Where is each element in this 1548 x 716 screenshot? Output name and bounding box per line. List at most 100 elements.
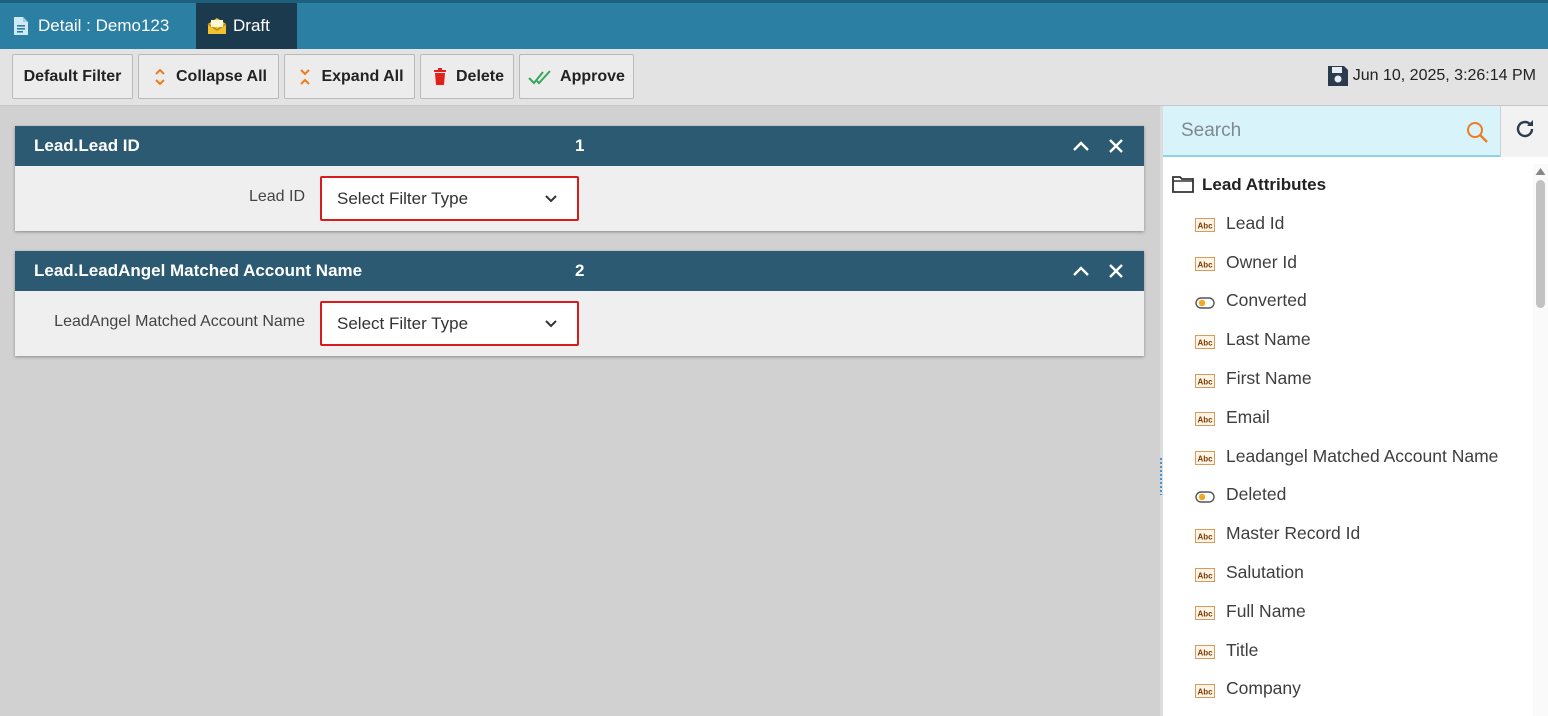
collapse-icon [150,67,170,87]
tree-item-label: Email [1226,406,1270,427]
svg-text:Abc: Abc [1197,532,1213,541]
tree-group-label: Lead Attributes [1202,175,1327,194]
tree-item[interactable]: Deleted [1163,476,1533,515]
tree-item[interactable]: Abc Salutation [1163,553,1533,592]
filter-panel: Lead.LeadAngel Matched Account Name 2 Le… [15,251,1144,356]
filter-type-select[interactable]: Select Filter Type [320,176,579,221]
vertical-scrollbar[interactable] [1533,164,1548,716]
filter-field-label: Lead ID [248,188,305,205]
tree-item-label: Master Record Id [1226,523,1361,544]
close-icon[interactable] [1104,259,1128,283]
filter-type-select[interactable]: Select Filter Type [320,301,579,346]
tree-item[interactable]: Converted [1163,282,1533,321]
tree-item-label: Owner Id [1226,251,1297,272]
filter-panel-header: Lead.LeadAngel Matched Account Name 2 [15,251,1144,291]
text-type-icon: Abc [1195,604,1215,621]
filter-panel: Lead.Lead ID 1 Lead ID Select Filter Typ… [15,126,1144,231]
expand-icon [295,67,315,87]
approve-button[interactable]: Approve [519,54,634,99]
boolean-toggle-icon [1195,294,1215,309]
svg-text:Abc: Abc [1197,571,1213,580]
tree-item[interactable]: Abc Full Name [1163,592,1533,631]
search-input[interactable] [1163,106,1453,155]
boolean-toggle-icon [1195,488,1215,503]
svg-text:Abc: Abc [1197,338,1213,347]
tree-item[interactable]: Abc Leadangel Matched Account Name [1163,437,1533,476]
tree-item[interactable]: Abc Title [1163,631,1533,670]
tab-detail[interactable]: Detail : Demo123 [0,3,195,49]
floppy-disk-icon [1326,64,1350,88]
text-type-icon: Abc [1195,643,1215,660]
default-filter-button[interactable]: Default Filter [12,54,133,99]
refresh-button[interactable] [1500,106,1548,157]
toolbar: Default Filter Collapse All Expand All D… [0,49,1548,106]
attribute-tree: Lead Attributes Abc Lead Id Abc Owner Id Con… [1163,166,1533,708]
svg-text:Abc: Abc [1197,649,1213,658]
search-box [1163,106,1500,157]
folder-icon [1172,175,1194,195]
filter-type-value: Select Filter Type [337,188,469,208]
tree-item[interactable]: Abc Lead Id [1163,204,1533,243]
filter-field-label: LeadAngel Matched Account Name [54,313,305,330]
default-filter-label: Default Filter [23,67,122,85]
text-type-icon: Abc [1195,410,1215,427]
delete-button[interactable]: Delete [420,54,514,99]
tree-item-label: Company [1226,678,1301,699]
tree-item[interactable]: Abc Email [1163,398,1533,437]
text-type-icon: Abc [1195,333,1215,349]
filter-panel-title: Lead.Lead ID [34,136,140,155]
document-icon [12,16,32,36]
trash-icon [430,67,450,87]
tab-draft[interactable]: Draft [196,3,297,49]
svg-text:Abc: Abc [1197,222,1213,231]
svg-text:Abc: Abc [1197,455,1213,464]
svg-text:Abc: Abc [1197,261,1213,270]
svg-text:Abc: Abc [1197,416,1213,425]
scroll-up-icon[interactable] [1534,164,1547,176]
collapse-all-label: Collapse All [176,67,267,85]
filter-panel-title: Lead.LeadAngel Matched Account Name [34,261,363,280]
chevron-down-icon [543,190,559,206]
text-type-icon: Abc [1195,216,1215,233]
filter-panel-header: Lead.Lead ID 1 [15,126,1144,166]
tree-item[interactable]: Abc Master Record Id [1163,514,1533,553]
text-type-icon: Abc [1195,566,1215,582]
text-type-icon: Abc [1195,449,1215,466]
tree-item[interactable]: Abc Owner Id [1163,243,1533,282]
svg-text:Abc: Abc [1197,687,1213,696]
refresh-icon [1513,117,1537,146]
chevron-up-icon[interactable] [1069,259,1093,283]
chevron-down-icon [543,315,559,331]
tree-item[interactable]: Abc Last Name [1163,320,1533,359]
filter-panel-number: 2 [575,261,585,280]
delete-label: Delete [455,67,505,85]
scrollbar-thumb[interactable] [1536,180,1545,308]
filter-panel-body: Lead ID Select Filter Type [15,166,1144,231]
tree-item-label: Title [1226,639,1259,660]
attribute-panel: Lead Attributes Abc Lead Id Abc Owner Id Con… [1163,106,1548,716]
tree-item-label: Deleted [1226,484,1287,505]
text-type-icon: Abc [1195,682,1215,698]
tree-item-label: Leadangel Matched Account Name [1226,445,1499,466]
tree-item[interactable]: Abc First Name [1163,359,1533,398]
approve-label: Approve [560,67,625,85]
tree-item-label: Lead Id [1226,212,1285,233]
save-status: Jun 10, 2025, 3:26:14 PM [1326,64,1536,88]
saved-timestamp: Jun 10, 2025, 3:26:14 PM [1352,67,1536,84]
text-type-icon: Abc [1195,527,1215,543]
collapse-all-button[interactable]: Collapse All [138,54,279,99]
chevron-up-icon[interactable] [1069,134,1093,158]
svg-text:Abc: Abc [1197,377,1213,386]
tree-item-label: Last Name [1226,329,1311,350]
search-icon[interactable] [1465,120,1489,144]
tree-item-label: Converted [1226,290,1307,311]
tree-group-lead-attributes[interactable]: Lead Attributes [1163,166,1533,204]
title-bar: Detail : Demo123 Draft [0,0,1548,49]
filter-panel-number: 1 [575,136,585,155]
expand-all-button[interactable]: Expand All [284,54,415,99]
filter-panel-body: LeadAngel Matched Account Name Select Fi… [15,291,1144,356]
text-type-icon: Abc [1195,255,1215,272]
tree-item-label: Salutation [1226,562,1304,583]
close-icon[interactable] [1104,134,1128,158]
tree-item[interactable]: Abc Company [1163,670,1533,709]
